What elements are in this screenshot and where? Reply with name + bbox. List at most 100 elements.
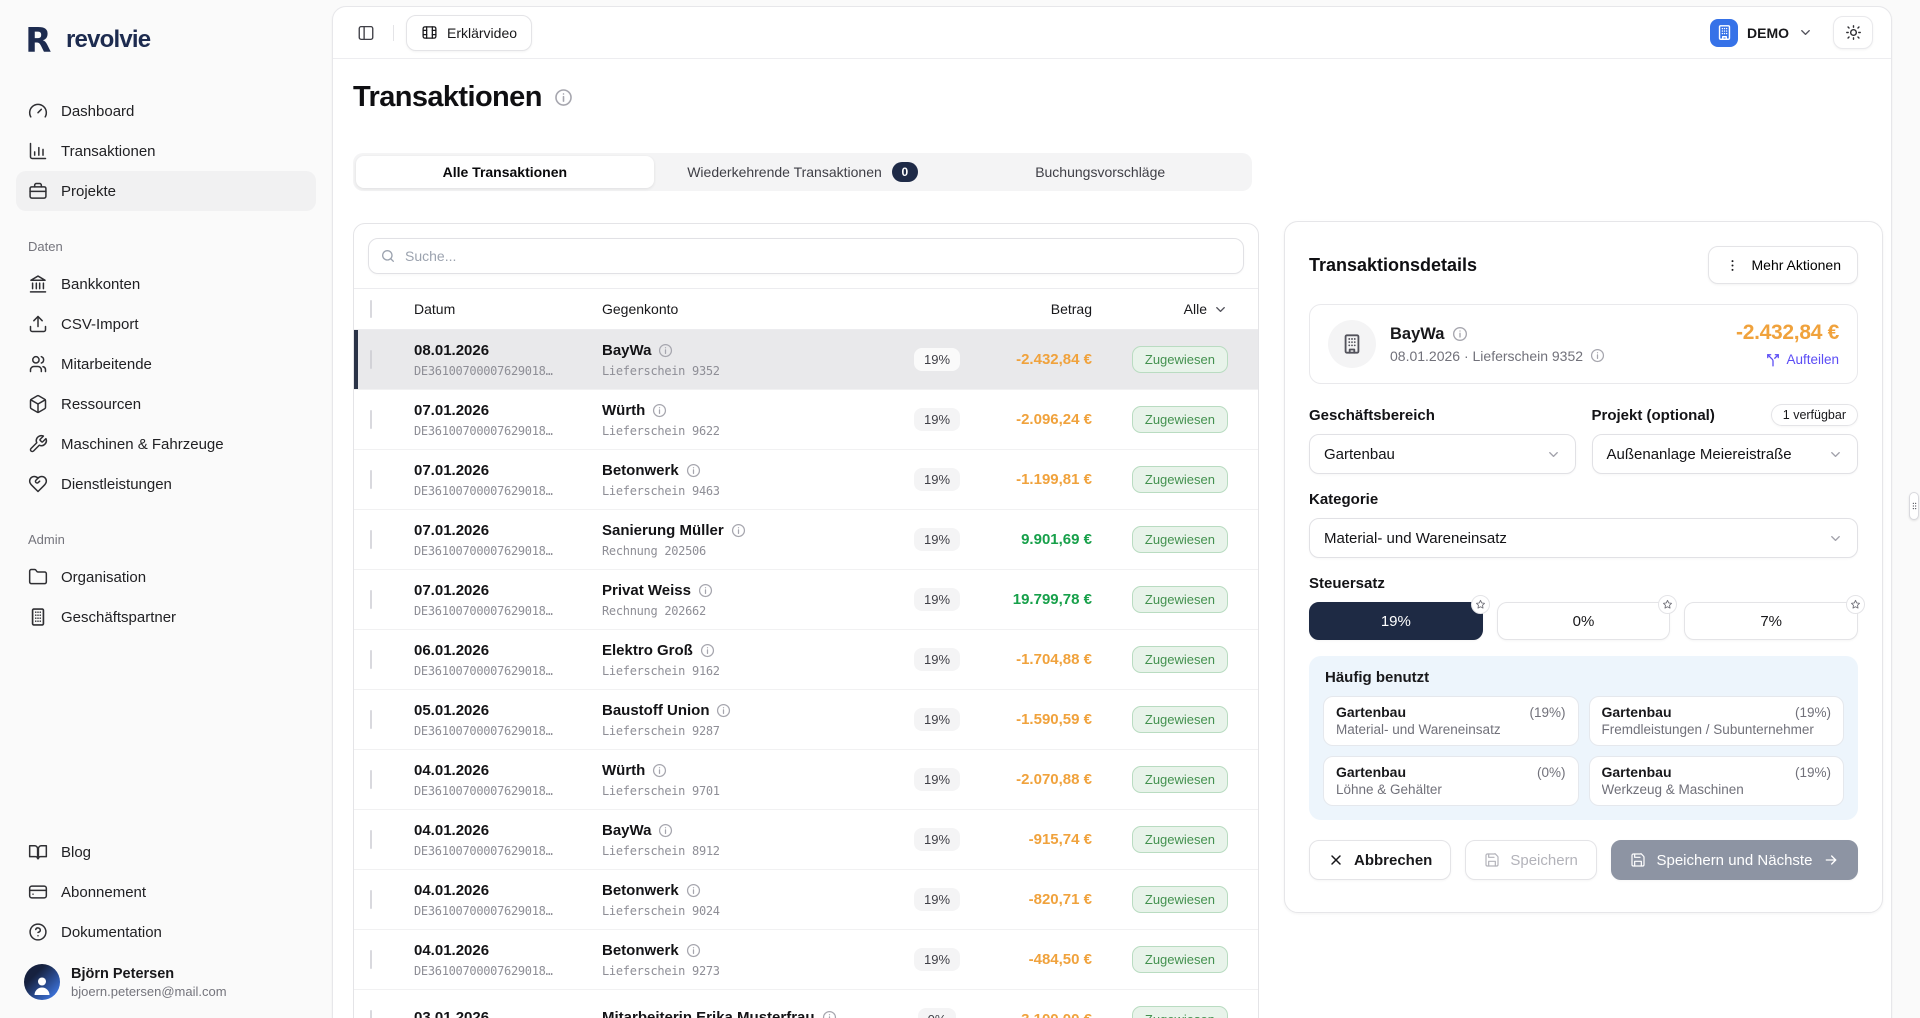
app-logo[interactable]: R revolvie [16, 18, 316, 62]
table-row[interactable]: 08.01.2026DE36100700007629018…BayWaLiefe… [354, 330, 1258, 390]
row-checkbox[interactable] [370, 350, 372, 369]
frequent-rate: (19%) [1795, 765, 1831, 780]
sidebar-item-projekte[interactable]: Projekte [16, 171, 316, 211]
favorite-star-button[interactable] [1846, 595, 1865, 614]
sidebar-item-label: CSV-Import [61, 316, 139, 333]
arrow-right-icon [1823, 852, 1839, 868]
sidebar-item-csv-import[interactable]: CSV-Import [16, 304, 316, 344]
row-iban: DE36100700007629018… [414, 724, 602, 738]
row-vat-badge: 0% [918, 1008, 957, 1018]
table-row[interactable]: 04.01.2026DE36100700007629018…BetonwerkL… [354, 930, 1258, 990]
table-row[interactable]: 07.01.2026DE36100700007629018…WürthLiefe… [354, 390, 1258, 450]
org-switcher[interactable]: DEMO [1710, 19, 1813, 47]
users-icon [28, 354, 48, 374]
sidebar-item-dienstleistungen[interactable]: Dienstleistungen [16, 464, 316, 504]
panel-resize-handle[interactable] [1909, 492, 1919, 520]
tax-rate-label: Steuersatz [1309, 575, 1385, 592]
table-row[interactable]: 03.01.2026Mitarbeiterin Erika Musterfrau… [354, 990, 1258, 1018]
page-title-info-icon[interactable] [554, 88, 573, 107]
table-row[interactable]: 04.01.2026DE36100700007629018…BetonwerkL… [354, 870, 1258, 930]
info-icon[interactable] [686, 463, 701, 478]
info-icon[interactable] [658, 823, 673, 838]
info-icon[interactable] [652, 763, 667, 778]
tab-buchungsvorschl-ge[interactable]: Buchungsvorschläge [951, 156, 1249, 188]
frequent-category-card[interactable]: Gartenbau(0%)Löhne & Gehälter [1323, 756, 1579, 806]
row-checkbox[interactable] [370, 590, 372, 609]
tax-rate-option-0[interactable]: 0% [1497, 602, 1671, 640]
table-row[interactable]: 06.01.2026DE36100700007629018…Elektro Gr… [354, 630, 1258, 690]
row-checkbox[interactable] [370, 890, 372, 909]
sidebar-item-organisation[interactable]: Organisation [16, 557, 316, 597]
row-checkbox[interactable] [370, 830, 372, 849]
row-checkbox[interactable] [370, 1010, 372, 1018]
tax-rate-option-7[interactable]: 7% [1684, 602, 1858, 640]
status-filter-dropdown[interactable]: Alle [1092, 301, 1242, 317]
tax-rate-option-19[interactable]: 19% [1309, 602, 1483, 640]
sidebar-item-maschinen-fahrzeuge[interactable]: Maschinen & Fahrzeuge [16, 424, 316, 464]
select-all-checkbox[interactable] [370, 300, 372, 318]
sidebar-item-blog[interactable]: Blog [16, 832, 316, 872]
info-icon[interactable] [652, 403, 667, 418]
sidebar-item-gesch-ftspartner[interactable]: Geschäftspartner [16, 597, 316, 637]
info-icon[interactable] [698, 583, 713, 598]
frequent-category-card[interactable]: Gartenbau(19%)Werkzeug & Maschinen [1589, 756, 1845, 806]
row-status-badge: Zugewiesen [1132, 466, 1228, 493]
row-checkbox[interactable] [370, 770, 372, 789]
row-checkbox[interactable] [370, 650, 372, 669]
info-icon[interactable] [700, 643, 715, 658]
reference-info-icon[interactable] [1590, 348, 1605, 363]
cancel-button[interactable]: Abbrechen [1309, 840, 1451, 880]
table-row[interactable]: 07.01.2026DE36100700007629018…Privat Wei… [354, 570, 1258, 630]
frequent-category-card[interactable]: Gartenbau(19%)Material- und Wareneinsatz [1323, 696, 1579, 746]
category-select[interactable]: Material- und Wareneinsatz [1309, 518, 1858, 558]
sidebar-item-transaktionen[interactable]: Transaktionen [16, 131, 316, 171]
sidebar-item-dashboard[interactable]: Dashboard [16, 91, 316, 131]
table-row[interactable]: 04.01.2026DE36100700007629018…BayWaLiefe… [354, 810, 1258, 870]
info-icon[interactable] [731, 523, 746, 538]
info-icon[interactable] [822, 1010, 837, 1018]
row-checkbox[interactable] [370, 710, 372, 729]
counterparty-avatar [1328, 320, 1376, 368]
sidebar-item-mitarbeitende[interactable]: Mitarbeitende [16, 344, 316, 384]
project-select[interactable]: Außenanlage Meiereistraße [1592, 434, 1859, 474]
tab-alle-transaktionen[interactable]: Alle Transaktionen [356, 156, 654, 188]
sidebar-item-abonnement[interactable]: Abonnement [16, 872, 316, 912]
favorite-star-button[interactable] [1471, 595, 1490, 614]
category-value: Material- und Wareneinsatz [1324, 530, 1507, 547]
row-counterparty: Baustoff Union [602, 702, 709, 720]
row-checkbox[interactable] [370, 950, 372, 969]
sidebar-toggle-button[interactable] [351, 18, 381, 48]
more-actions-button[interactable]: Mehr Aktionen [1708, 246, 1859, 284]
sidebar-item-ressourcen[interactable]: Ressourcen [16, 384, 316, 424]
search-input[interactable] [369, 239, 1243, 273]
table-row[interactable]: 07.01.2026DE36100700007629018…Sanierung … [354, 510, 1258, 570]
explainer-video-label: Erklärvideo [447, 25, 517, 41]
save-and-next-button[interactable]: Speichern und Nächste [1611, 840, 1858, 880]
table-row[interactable]: 07.01.2026DE36100700007629018…BetonwerkL… [354, 450, 1258, 510]
table-row[interactable]: 04.01.2026DE36100700007629018…WürthLiefe… [354, 750, 1258, 810]
business-area-select[interactable]: Gartenbau [1309, 434, 1576, 474]
info-icon[interactable] [686, 943, 701, 958]
row-amount: -1.199,81 € [982, 471, 1092, 488]
row-amount: -2.096,24 € [982, 411, 1092, 428]
counterparty-info-icon[interactable] [1452, 326, 1468, 342]
favorite-star-button[interactable] [1658, 595, 1677, 614]
split-transaction-link[interactable]: Aufteilen [1736, 352, 1839, 367]
x-icon [1328, 852, 1344, 868]
theme-toggle-button[interactable] [1833, 16, 1873, 49]
tab-wiederkehrende-transaktionen[interactable]: Wiederkehrende Transaktionen0 [654, 156, 952, 188]
row-checkbox[interactable] [370, 470, 372, 489]
info-icon[interactable] [716, 703, 731, 718]
frequent-category-card[interactable]: Gartenbau(19%)Fremdleistungen / Subunter… [1589, 696, 1845, 746]
row-counterparty: Betonwerk [602, 882, 679, 900]
row-checkbox[interactable] [370, 530, 372, 549]
info-icon[interactable] [658, 343, 673, 358]
sidebar-item-dokumentation[interactable]: Dokumentation [16, 912, 316, 952]
explainer-video-button[interactable]: Erklärvideo [406, 15, 532, 51]
user-menu[interactable]: Björn Petersen bjoern.petersen@mail.com [16, 952, 316, 1002]
table-row[interactable]: 05.01.2026DE36100700007629018…Baustoff U… [354, 690, 1258, 750]
sidebar-item-bankkonten[interactable]: Bankkonten [16, 264, 316, 304]
row-checkbox[interactable] [370, 410, 372, 429]
info-icon[interactable] [686, 883, 701, 898]
save-button[interactable]: Speichern [1465, 840, 1597, 880]
